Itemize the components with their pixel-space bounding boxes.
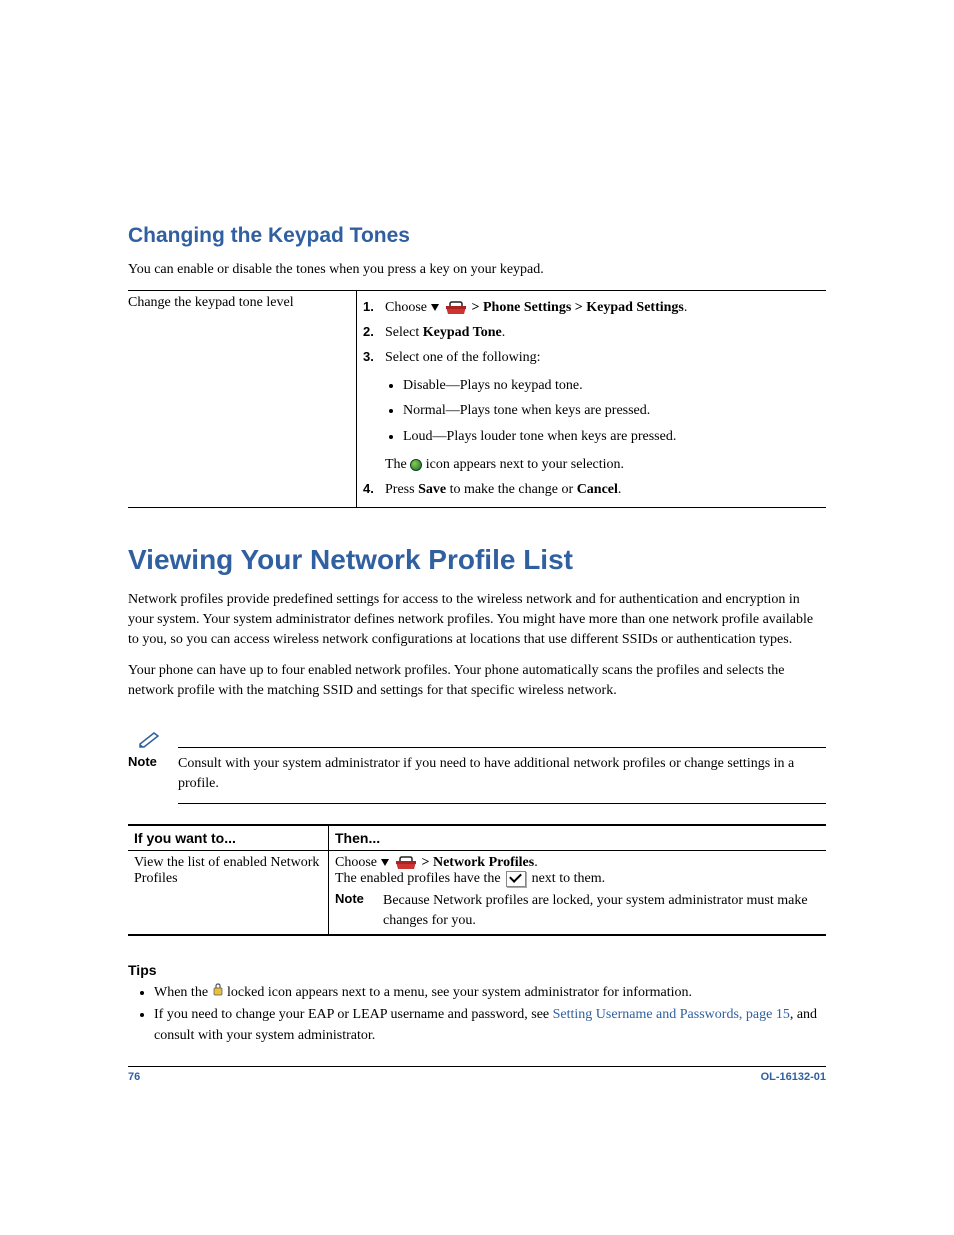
step-4: 4. Press Save to make the change or Canc… [363, 478, 820, 502]
tip-1: When the locked icon appears next to a m… [154, 982, 826, 1003]
lock-icon [212, 982, 224, 1003]
document-id: OL-16132-01 [761, 1071, 826, 1083]
inner-note-label: Note [335, 891, 383, 906]
table-header-then: Then... [329, 825, 827, 851]
intro-paragraph: You can enable or disable the tones when… [128, 260, 826, 280]
down-arrow-icon [381, 856, 391, 870]
page-footer: 76 OL-16132-01 [128, 1066, 826, 1083]
inner-note-body: Because Network profiles are locked, you… [383, 891, 820, 930]
bullet-loud: Loud—Plays louder tone when keys are pre… [403, 425, 820, 449]
bullet-disable: Disable—Plays no keypad tone. [403, 374, 820, 398]
network-profiles-p1: Network profiles provide predefined sett… [128, 590, 826, 651]
settings-toolbox-icon [444, 300, 472, 315]
table-row: View the list of enabled Network Profile… [128, 850, 826, 935]
tip-2: If you need to change your EAP or LEAP u… [154, 1005, 826, 1046]
down-arrow-icon [431, 301, 441, 315]
network-profiles-p2: Your phone can have up to four enabled n… [128, 661, 826, 702]
page-number: 76 [128, 1071, 140, 1083]
selection-dot-icon [410, 459, 422, 471]
note-block: Note Consult with your system administra… [128, 721, 826, 804]
network-profiles-table: If you want to... Then... View the list … [128, 824, 826, 936]
bullet-normal: Normal—Plays tone when keys are pressed. [403, 399, 820, 423]
table-cell-task: View the list of enabled Network Profile… [128, 850, 329, 935]
table-header-if: If you want to... [128, 825, 329, 851]
enabled-checkmark-icon [506, 871, 526, 887]
selection-indicator-note: The icon appears next to your selection. [385, 453, 820, 477]
tips-heading: Tips [128, 962, 826, 978]
step-3: 3. Select one of the following: [363, 346, 820, 370]
procedure-table-keypad: Change the keypad tone level 1. Choose [128, 290, 826, 507]
step-2: 2. Select Keypad Tone. [363, 321, 820, 345]
table-cell-action: Choose > Network Profiles. The enabled p… [329, 850, 827, 935]
procedure-row-label: Change the keypad tone level [128, 291, 357, 507]
note-pencil-icon [138, 731, 162, 749]
step-1: 1. Choose > Phone Settings > Keypad Sett… [363, 296, 820, 320]
note-label: Note [128, 754, 178, 769]
section-heading-network-profiles: Viewing Your Network Profile List [128, 544, 826, 576]
link-setting-username-passwords[interactable]: Setting Username and Passwords, page 15 [553, 1007, 790, 1022]
settings-toolbox-icon [394, 855, 422, 870]
note-body: Consult with your system administrator i… [178, 754, 826, 795]
section-heading-keypad-tones: Changing the Keypad Tones [128, 224, 826, 248]
